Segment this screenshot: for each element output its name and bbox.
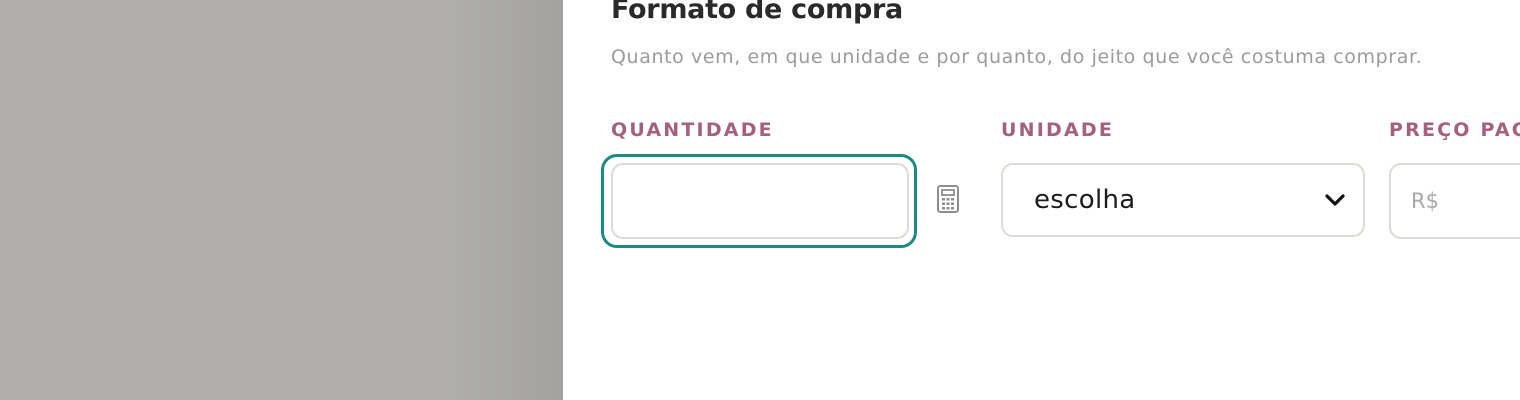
calculator-icon: [936, 184, 960, 219]
calculator-button[interactable]: [933, 184, 963, 218]
price-input[interactable]: [1444, 188, 1520, 214]
unit-select[interactable]: escolha: [1001, 163, 1365, 237]
section-subtitle: Quanto vem, em que unidade e por quanto,…: [611, 46, 1423, 68]
side-panel: Formato de compra Quanto vem, em que uni…: [563, 0, 1520, 400]
price-label: PREÇO PAGO: [1389, 119, 1520, 141]
modal-backdrop[interactable]: [0, 0, 563, 400]
unit-label: UNIDADE: [1001, 119, 1115, 141]
quantity-input[interactable]: [611, 163, 909, 239]
chevron-down-icon: [1325, 192, 1347, 208]
unit-select-value: escolha: [1034, 185, 1136, 215]
section-title: Formato de compra: [611, 0, 903, 25]
currency-prefix: R$: [1411, 189, 1439, 213]
price-field[interactable]: R$: [1389, 163, 1520, 239]
quantity-label: QUANTIDADE: [611, 119, 774, 141]
